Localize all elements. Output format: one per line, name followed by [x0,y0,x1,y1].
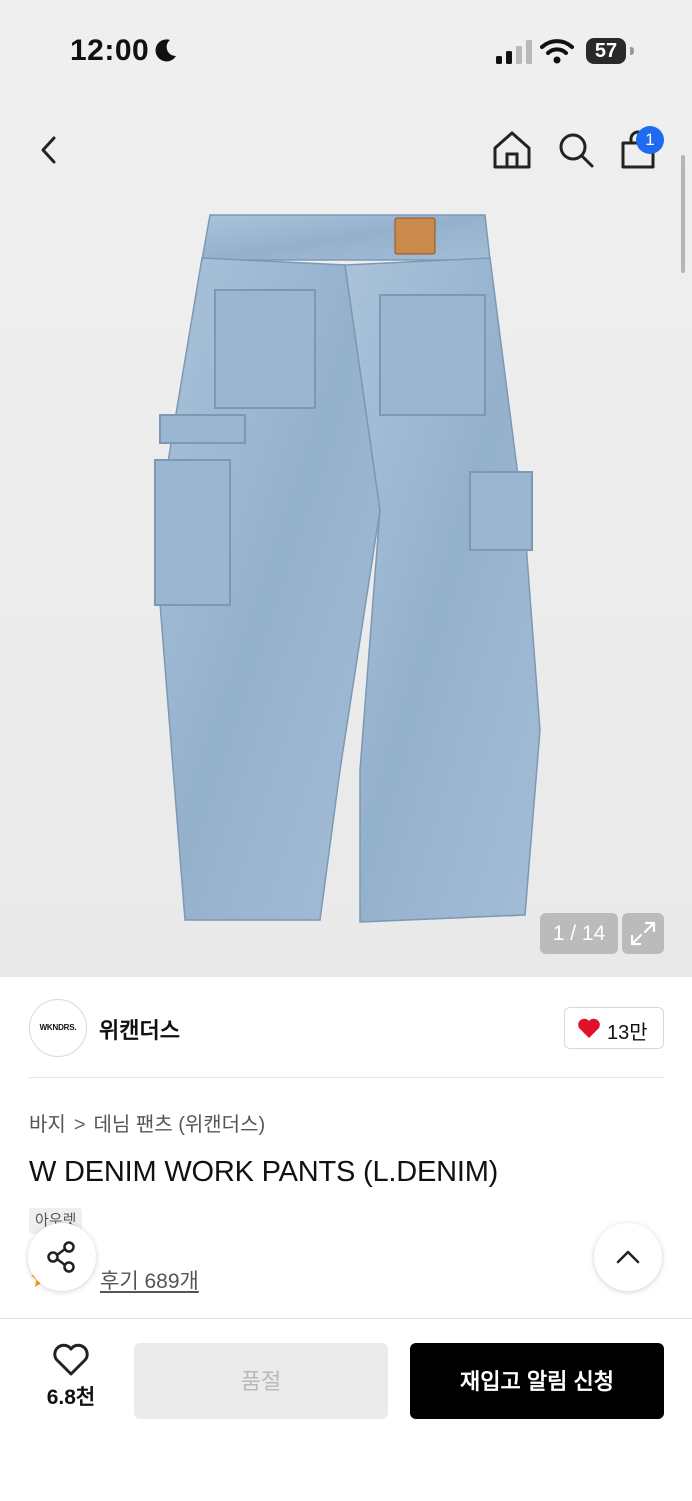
battery-indicator: 57 [586,38,626,64]
brand-logo-text: WKNDRS. [39,1023,77,1032]
moon-icon [155,39,176,62]
scrollbar[interactable] [681,155,685,273]
brand-like-button[interactable]: 13만 [564,1007,664,1049]
battery-tip [630,47,634,55]
search-icon[interactable] [552,126,600,174]
divider [29,1077,664,1078]
soldout-button[interactable]: 품절 [134,1343,388,1419]
wishlist-button[interactable]: 6.8천 [26,1343,116,1423]
brand-name[interactable]: 위캔더스 [99,1013,180,1045]
product-title: W DENIM WORK PANTS (L.DENIM) [29,1156,499,1188]
status-time: 12:00 [70,34,150,67]
brand-logo[interactable]: WKNDRS. [29,999,87,1057]
product-image-jeans [154,214,541,923]
cellular-signal-icon [496,40,532,64]
brand-row[interactable]: WKNDRS. 위캔더스 13만 [29,999,664,1057]
expand-image-button[interactable] [622,913,664,954]
chevron-up-icon [616,1250,640,1264]
breadcrumb[interactable]: 바지 > 데님 팬츠 (위캔더스) [29,1108,265,1137]
cart-count-badge: 1 [636,126,664,154]
share-icon [47,1241,75,1273]
breadcrumb-subcategory[interactable]: 데님 팬츠 (위캔더스) [94,1114,266,1136]
wishlist-count: 6.8천 [46,1386,96,1409]
heart-filled-icon [578,1018,600,1038]
heart-outline-icon [53,1343,89,1376]
wifi-icon [540,39,574,64]
bottom-action-bar: 6.8천 품절 재입고 알림 신청 [0,1318,692,1501]
home-icon[interactable] [488,126,536,174]
brand-like-count: 13만 [607,1022,648,1044]
review-link[interactable]: 후기 689개 [100,1265,199,1295]
image-counter: 1 / 14 [540,913,618,954]
expand-icon [630,921,656,946]
scroll-to-top-button[interactable] [594,1223,662,1291]
back-arrow-icon[interactable] [26,126,74,174]
share-button[interactable] [28,1223,96,1291]
status-bar: 12:00 57 [0,0,692,100]
product-image-gallery[interactable]: 1 1 / 14 [0,100,692,977]
breadcrumb-category[interactable]: 바지 [29,1114,66,1136]
restock-alert-button[interactable]: 재입고 알림 신청 [410,1343,664,1419]
breadcrumb-separator: > [73,1114,86,1136]
